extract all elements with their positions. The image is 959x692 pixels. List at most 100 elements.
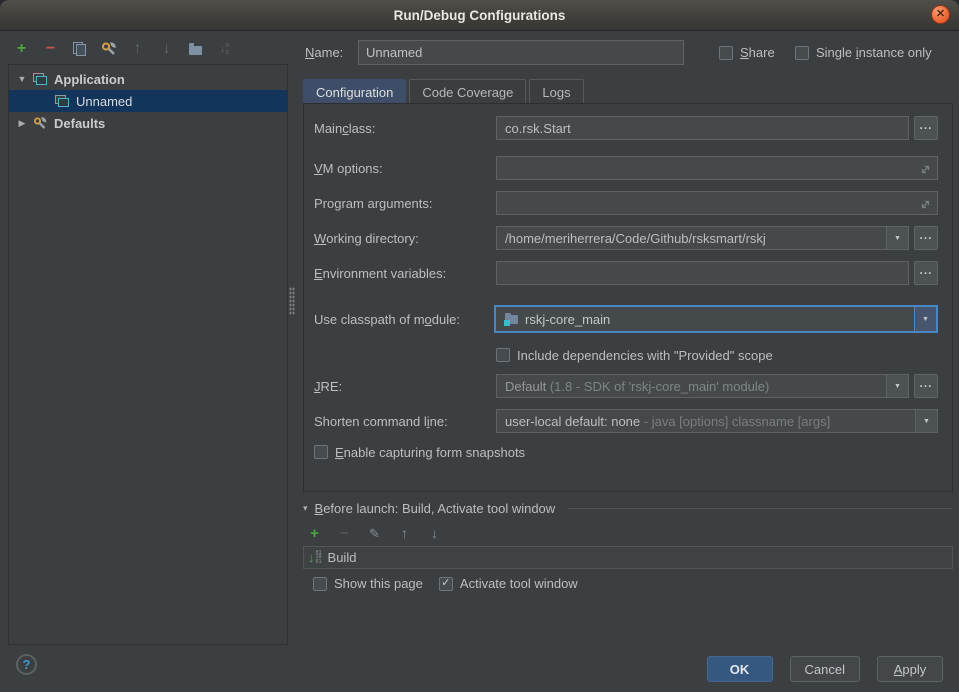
copy-configuration-icon[interactable] [71,41,88,58]
tab-logs[interactable]: Logs [529,79,583,104]
environment-variables-browse-button[interactable]: ... [914,261,938,285]
section-collapse-icon[interactable]: ▾ [303,503,308,514]
enable-snapshots-label: Enable capturing form snapshots [335,445,525,460]
show-this-page-label: Show this page [334,576,423,591]
apply-button[interactable]: Apply [877,656,943,682]
name-input[interactable]: Unnamed [358,40,684,65]
edit-defaults-icon[interactable] [100,41,117,58]
tree-item-defaults[interactable]: ▶ Defaults [9,112,287,134]
program-arguments-label: Program arguments: [314,191,433,215]
working-directory-label: Working directory: [314,226,419,250]
build-icon: ↓01 10 01 [308,551,322,565]
add-task-icon[interactable]: + [306,525,323,542]
show-this-page-checkbox[interactable] [313,577,327,591]
single-instance-label: Single instance only [816,45,932,60]
tree-item-application[interactable]: ▼ Application [9,68,287,90]
configurations-tree: ▼ Application Unnamed ▶ Defaults [8,64,288,645]
close-icon[interactable]: ✕ [931,5,950,24]
main-class-input[interactable]: co.rsk.Start [496,116,909,140]
use-classpath-label: Use classpath of module: [314,307,460,331]
working-directory-browse-button[interactable]: ... [914,226,938,250]
run-debug-configurations-dialog: Run/Debug Configurations ✕ + − ↑ ↓ ↓a z … [0,0,959,692]
activate-tool-window-label: Activate tool window [460,576,578,591]
section-divider [568,508,952,509]
window-title: Run/Debug Configurations [394,8,566,23]
working-directory-combo[interactable]: /home/meriherrera/Code/Github/rsksmart/r… [496,226,909,250]
remove-configuration-icon[interactable]: − [42,41,59,58]
show-this-page-checkbox-group[interactable]: Show this page [313,576,423,591]
jre-label: JRE: [314,374,342,398]
module-icon [504,313,519,325]
add-configuration-icon[interactable]: + [13,41,30,58]
activate-tool-window-checkbox[interactable]: ✓ [439,577,453,591]
share-checkbox[interactable] [719,46,733,60]
shorten-command-line-label: Shorten command line: [314,409,448,433]
move-down-icon[interactable]: ↓ [158,41,175,58]
tab-code-coverage[interactable]: Code Coverage [409,79,526,104]
name-value: Unnamed [366,45,422,60]
environment-variables-label: Environment variables: [314,261,446,285]
expand-field-icon[interactable] [920,198,931,213]
share-checkbox-group[interactable]: Share [719,40,775,65]
include-provided-label: Include dependencies with "Provided" sco… [517,348,773,363]
cancel-button[interactable]: Cancel [790,656,860,682]
help-icon[interactable]: ? [16,654,37,675]
share-label: Share [740,45,775,60]
dropdown-arrow-icon[interactable]: ▼ [915,410,937,432]
jre-browse-button[interactable]: ... [914,374,938,398]
copy-icon [73,42,86,56]
before-launch-task-list: ↓01 10 01 Build [303,546,953,569]
folder-icon [189,46,202,55]
sort-az-icon: ↓a z [220,42,230,56]
name-label: Name: [305,40,343,65]
use-classpath-value: rskj-core_main [525,312,610,327]
application-type-icon [55,95,70,108]
dropdown-arrow-icon[interactable]: ▼ [886,375,908,397]
titlebar[interactable]: Run/Debug Configurations ✕ [0,0,959,31]
environment-variables-input[interactable] [496,261,909,285]
vm-options-input[interactable] [496,156,938,180]
main-class-label: Main class: [314,116,375,140]
task-label[interactable]: Build [328,550,357,565]
remove-task-icon[interactable]: − [336,525,353,542]
enable-snapshots-checkbox[interactable] [314,445,328,459]
chevron-collapsed-icon[interactable]: ▶ [17,118,27,129]
tree-item-label: Unnamed [76,94,132,109]
tab-configuration[interactable]: Configuration [303,79,406,104]
use-classpath-combo[interactable]: rskj-core_main ▼ [494,305,938,333]
program-arguments-input[interactable] [496,191,938,215]
dropdown-arrow-icon[interactable]: ▼ [886,227,908,249]
wrench-icon [101,41,117,57]
configurations-toolbar: + − ↑ ↓ ↓a z [13,39,233,59]
sort-configurations-icon[interactable]: ↓a z [216,41,233,58]
include-provided-checkbox[interactable] [496,348,510,362]
move-task-down-icon[interactable]: ↓ [426,525,443,542]
move-task-up-icon[interactable]: ↑ [396,525,413,542]
enable-snapshots-checkbox-group[interactable]: Enable capturing form snapshots [314,444,525,460]
ok-button[interactable]: OK [707,656,773,682]
vm-options-label: VM options: [314,156,383,180]
jre-value-secondary: (1.8 - SDK of 'rskj-core_main' module) [546,379,769,394]
splitter-handle[interactable] [289,287,295,315]
move-up-icon[interactable]: ↑ [129,41,146,58]
before-launch-options: Show this page ✓ Activate tool window [313,576,578,591]
expand-field-icon[interactable] [920,163,931,178]
before-launch-header[interactable]: ▾ Before launch: Build, Activate tool wi… [303,501,952,516]
application-type-icon [33,73,48,86]
working-directory-value: /home/meriherrera/Code/Github/rsksmart/r… [505,231,766,246]
dropdown-arrow-icon[interactable]: ▼ [914,307,936,331]
main-class-browse-button[interactable]: ... [914,116,938,140]
defaults-wrench-icon [33,116,48,130]
single-instance-checkbox[interactable] [795,46,809,60]
activate-tool-window-checkbox-group[interactable]: ✓ Activate tool window [439,576,578,591]
chevron-expanded-icon[interactable]: ▼ [17,74,27,84]
edit-task-icon[interactable]: ✎ [366,525,383,542]
settings-tabs: Configuration Code Coverage Logs [303,79,587,104]
jre-combo[interactable]: Default (1.8 - SDK of 'rskj-core_main' m… [496,374,909,398]
create-folder-icon[interactable] [187,41,204,58]
single-instance-checkbox-group[interactable]: Single instance only [795,40,932,65]
include-provided-checkbox-group[interactable]: Include dependencies with "Provided" sco… [496,347,773,363]
tree-item-unnamed[interactable]: Unnamed [9,90,287,112]
shorten-command-line-combo[interactable]: user-local default: none - java [options… [496,409,938,433]
configuration-panel: Main class: co.rsk.Start ... VM options:… [303,103,953,492]
